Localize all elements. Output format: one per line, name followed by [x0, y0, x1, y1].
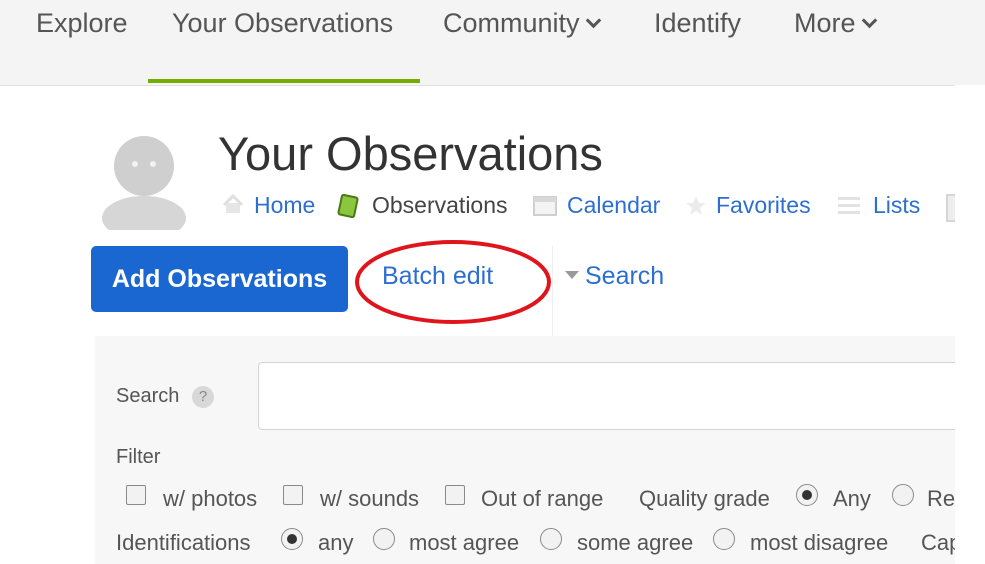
subnav-lists-label: Lists	[873, 192, 921, 218]
top-navigation: Explore Your Observations Community Iden…	[0, 0, 985, 86]
nav-more-label: More	[794, 8, 856, 38]
search-toggle[interactable]: Search	[565, 262, 664, 291]
help-icon[interactable]: ?	[192, 386, 214, 408]
identifications-most-agree-label: most agree	[409, 530, 520, 555]
subnav-calendar-label: Calendar	[567, 192, 661, 218]
quality-grade-label: Quality grade	[639, 486, 770, 511]
page-title: Your Observations	[218, 127, 603, 180]
quality-any-radio[interactable]	[796, 484, 818, 506]
subnav-home-label: Home	[254, 192, 316, 218]
out-of-range-checkbox[interactable]	[445, 485, 465, 505]
filter-label: Filter	[116, 446, 161, 468]
subnav-lists[interactable]: Lists	[873, 192, 920, 219]
viewport-edge	[955, 85, 985, 564]
subnav-observations-label: Observations	[372, 192, 508, 218]
with-photos-checkbox[interactable]	[126, 485, 146, 505]
quality-research-radio[interactable]	[892, 484, 914, 506]
identifications-any-label: any	[318, 530, 354, 555]
home-icon	[222, 193, 244, 213]
identifications-most-disagree-label: most disagree	[750, 530, 889, 555]
annotation-circle	[355, 240, 551, 324]
avatar	[102, 136, 186, 230]
out-of-range-label: Out of range	[481, 486, 604, 511]
favorites-icon	[686, 196, 706, 215]
quality-any-label: Any	[833, 486, 871, 511]
subnav-favorites-label: Favorites	[716, 192, 811, 218]
subnav-observations[interactable]: Observations	[372, 192, 508, 219]
add-observations-button[interactable]: Add Observations	[91, 246, 348, 312]
calendar-icon	[533, 196, 557, 216]
subnav-favorites[interactable]: Favorites	[716, 192, 811, 219]
with-photos-label: w/ photos	[163, 486, 258, 511]
identifications-most-agree-radio[interactable]	[373, 528, 395, 550]
chevron-down-icon	[585, 12, 601, 29]
nav-community-label: Community	[443, 8, 580, 38]
identifications-any-radio[interactable]	[281, 528, 303, 550]
caret-down-icon	[565, 271, 579, 279]
nav-your-observations[interactable]: Your Observations	[172, 8, 393, 39]
identifications-label: Identifications	[116, 530, 251, 555]
nav-explore[interactable]: Explore	[36, 8, 128, 39]
active-tab-indicator	[148, 79, 420, 83]
with-sounds-checkbox[interactable]	[283, 485, 303, 505]
search-panel-border	[552, 246, 985, 337]
nav-identify[interactable]: Identify	[654, 8, 741, 39]
search-label: Search	[116, 385, 180, 407]
subnav-calendar[interactable]: Calendar	[567, 192, 660, 219]
identifications-some-agree-radio[interactable]	[540, 528, 562, 550]
search-toggle-label: Search	[585, 262, 665, 290]
nav-more[interactable]: More	[794, 8, 877, 39]
observations-icon	[337, 193, 359, 219]
identifications-some-agree-label: some agree	[577, 530, 694, 555]
lists-icon	[838, 197, 860, 214]
search-input[interactable]	[258, 362, 985, 430]
with-sounds-label: w/ sounds	[320, 486, 420, 511]
identifications-most-disagree-radio[interactable]	[713, 528, 735, 550]
chevron-down-icon	[861, 12, 877, 29]
subnav-home[interactable]: Home	[254, 192, 315, 219]
nav-community[interactable]: Community	[443, 8, 601, 39]
